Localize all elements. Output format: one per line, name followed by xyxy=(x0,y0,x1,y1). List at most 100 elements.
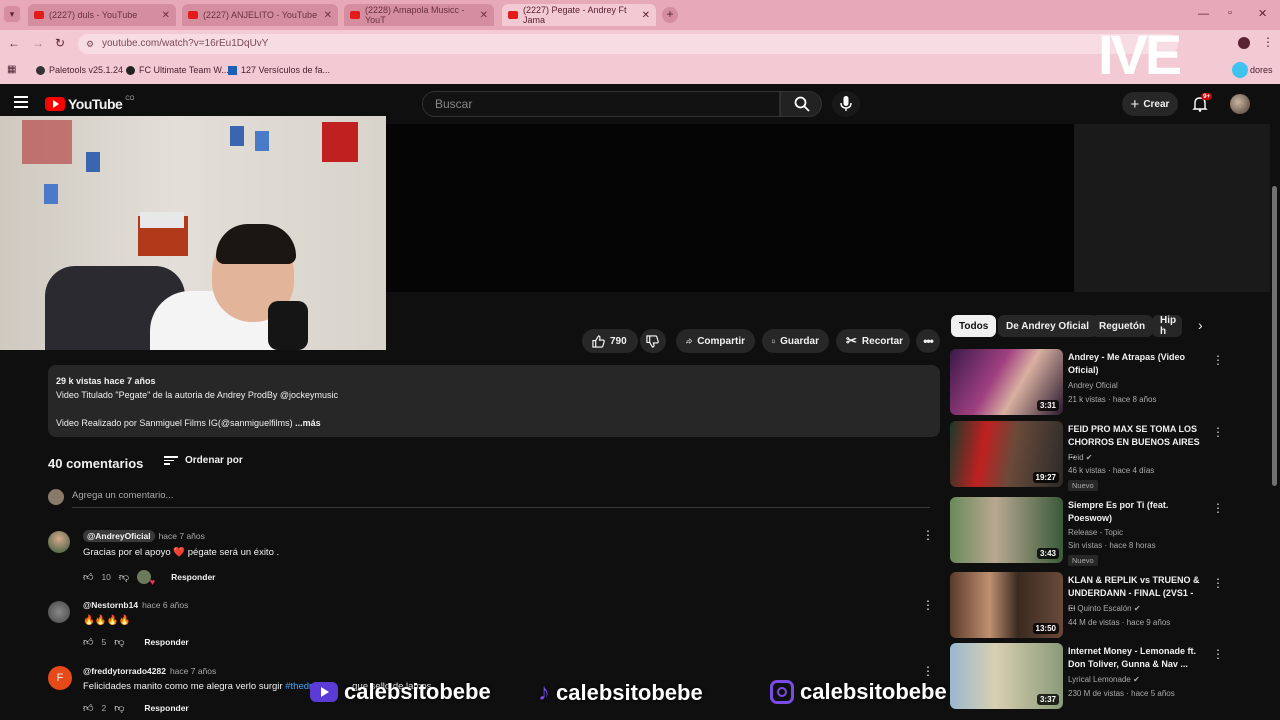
recommended-video[interactable]: 3:31 Andrey - Me Atrapas (Video Oficial)… xyxy=(950,349,1224,417)
fc-icon xyxy=(126,65,135,75)
comment: @AndreyOficial hace 7 años Gracias por e… xyxy=(48,528,938,587)
comment-menu-icon[interactable]: ⋮ xyxy=(922,598,934,612)
comment-dislike-icon[interactable]: 👎︎ xyxy=(114,702,124,714)
more-actions-button[interactable]: ••• xyxy=(916,329,940,353)
chip-channel[interactable]: De Andrey Oficial xyxy=(998,315,1097,337)
user-avatar[interactable] xyxy=(1230,94,1250,114)
channel-name[interactable]: Release - Topic xyxy=(1068,528,1123,537)
comment-dislike-icon[interactable]: 👎︎ xyxy=(119,571,129,583)
video-title[interactable]: Siempre Es por Ti (feat. Poeswow) xyxy=(1068,499,1203,525)
bookmark-item[interactable]: FC Ultimate Team W... xyxy=(126,65,229,75)
bookmark-item[interactable]: 127 Versículos de fa... xyxy=(228,65,330,75)
minimize-icon[interactable]: — xyxy=(1198,8,1209,20)
comment-like-icon[interactable]: 👍︎ xyxy=(83,636,93,648)
restore-icon[interactable]: ▫ xyxy=(1228,7,1232,19)
reply-button[interactable]: Responder xyxy=(144,637,188,647)
back-icon[interactable]: ← xyxy=(8,36,20,50)
extensions-icon[interactable] xyxy=(1238,37,1250,49)
show-more-link[interactable]: ...más xyxy=(295,418,321,428)
reload-icon[interactable]: ↻ xyxy=(55,36,65,50)
more-horizontal-icon: ••• xyxy=(923,334,934,348)
comment-author[interactable]: @freddytorrado4282 xyxy=(83,666,166,676)
video-thumbnail[interactable]: 19:27 xyxy=(950,421,1063,487)
close-tab-icon[interactable]: ✕ xyxy=(162,10,170,21)
video-thumbnail[interactable]: 13:50 xyxy=(950,572,1063,638)
video-menu-icon[interactable]: ⋮ xyxy=(1212,501,1224,515)
video-thumbnail[interactable]: 3:43 xyxy=(950,497,1063,563)
chip-reggaeton[interactable]: Reguetón xyxy=(1091,315,1154,337)
recommended-video[interactable]: 13:50 KLAN & REPLIK vs TRUENO & UNDERDAN… xyxy=(950,572,1224,640)
video-menu-icon[interactable]: ⋮ xyxy=(1212,425,1224,439)
bookmark-item[interactable]: Paletools v25.1.24 xyxy=(36,65,123,75)
comment-dislike-icon[interactable]: 👎︎ xyxy=(114,636,124,648)
voice-search-button[interactable] xyxy=(832,91,860,117)
new-badge: Nuevo xyxy=(1068,480,1098,491)
create-button[interactable]: + Crear xyxy=(1122,92,1178,116)
commenter-avatar xyxy=(48,489,64,505)
video-title[interactable]: Andrey - Me Atrapas (Video Oficial) xyxy=(1068,351,1203,377)
chip-hiphop[interactable]: Hip h xyxy=(1152,315,1182,337)
comment-time[interactable]: hace 7 años xyxy=(170,666,216,676)
comment-time[interactable]: hace 7 años xyxy=(159,531,205,541)
save-button[interactable]: Guardar xyxy=(762,329,829,353)
channel-name[interactable]: Lyrical Lemonade ✔ xyxy=(1068,675,1140,684)
close-tab-icon[interactable]: ✕ xyxy=(642,10,650,21)
apps-grid-icon[interactable]: ▦ xyxy=(7,64,16,75)
recommended-video[interactable]: 19:27 FEID PRO MAX SE TOMA LOS CHORROS E… xyxy=(950,421,1224,491)
reply-button[interactable]: Responder xyxy=(171,572,215,582)
comment-like-icon[interactable]: 👍︎ xyxy=(83,571,93,583)
dislike-button[interactable] xyxy=(640,329,666,353)
comment-time[interactable]: hace 6 años xyxy=(142,600,188,610)
close-tab-icon[interactable]: ✕ xyxy=(480,10,488,21)
duration-badge: 3:37 xyxy=(1036,694,1059,705)
url-field[interactable]: ⚙ youtube.com/watch?v=16rEu1DqUvY xyxy=(78,34,1178,54)
chip-all[interactable]: Todos xyxy=(951,315,997,337)
comment-like-icon[interactable]: 👍︎ xyxy=(83,702,93,714)
site-info-icon[interactable]: ⚙ xyxy=(86,34,94,54)
hamburger-menu-icon[interactable] xyxy=(14,96,28,108)
video-menu-icon[interactable]: ⋮ xyxy=(1212,353,1224,367)
notifications-button[interactable]: 9+ xyxy=(1192,93,1213,114)
video-thumbnail[interactable]: 3:31 xyxy=(950,349,1063,415)
video-menu-icon[interactable]: ⋮ xyxy=(1212,647,1224,661)
comment-menu-icon[interactable]: ⋮ xyxy=(922,528,934,542)
comment-avatar[interactable] xyxy=(48,531,70,553)
browser-tab[interactable]: (2227) ANJELITO - YouTube ✕ xyxy=(182,4,338,26)
tab-list-dropdown[interactable]: ▾ xyxy=(4,6,20,22)
recommended-video[interactable]: 3:43 Siempre Es por Ti (feat. Poeswow) R… xyxy=(950,497,1224,566)
clip-button[interactable]: ✂ Recortar xyxy=(836,329,910,353)
comment-author[interactable]: @Nestornb14 xyxy=(83,600,138,610)
share-button[interactable]: Compartir xyxy=(676,329,755,353)
reply-button[interactable]: Responder xyxy=(144,703,188,713)
video-title[interactable]: Internet Money - Lemonade ft. Don Tolive… xyxy=(1068,645,1203,671)
close-window-icon[interactable]: ✕ xyxy=(1258,7,1267,20)
comment-avatar[interactable] xyxy=(48,601,70,623)
search-input[interactable]: Buscar xyxy=(422,91,780,117)
browser-menu-icon[interactable]: ⋮ xyxy=(1262,35,1274,49)
comment-avatar[interactable]: F xyxy=(48,666,72,690)
new-tab-button[interactable]: + xyxy=(662,7,678,23)
social-handle: calebsitobebe xyxy=(770,679,947,705)
channel-name[interactable]: El Quinto Escalón ✔ xyxy=(1068,604,1141,613)
add-comment-input[interactable]: Agrega un comentario... xyxy=(72,490,930,508)
browser-tab-active[interactable]: (2227) Pegate - Andrey Ft Jama ✕ xyxy=(502,4,656,26)
chevron-right-icon[interactable]: › xyxy=(1198,317,1203,333)
youtube-logo[interactable]: YouTube CO xyxy=(45,96,134,112)
video-player[interactable] xyxy=(386,124,1074,292)
recommended-video[interactable]: 3:37 Internet Money - Lemonade ft. Don T… xyxy=(950,643,1224,711)
browser-tab[interactable]: (2227) duls - YouTube ✕ xyxy=(28,4,176,26)
forward-icon[interactable]: → xyxy=(32,36,44,50)
comment-author-chip[interactable]: @AndreyOficial xyxy=(83,530,155,542)
thumbs-up-icon xyxy=(592,334,605,348)
like-button[interactable]: 790 xyxy=(582,329,638,353)
channel-name[interactable]: Feid ✔ xyxy=(1068,453,1093,462)
channel-name[interactable]: Andrey Oficial xyxy=(1068,381,1118,390)
video-description[interactable]: 29 k vistas hace 7 años Video Titulado "… xyxy=(48,365,940,437)
close-tab-icon[interactable]: ✕ xyxy=(324,10,332,21)
video-menu-icon[interactable]: ⋮ xyxy=(1212,576,1224,590)
other-bookmarks[interactable]: dores xyxy=(1250,65,1273,75)
browser-tab[interactable]: (2228) Amapola Musicc - YouT ✕ xyxy=(344,4,494,26)
page-scrollbar[interactable] xyxy=(1272,186,1277,486)
search-button[interactable] xyxy=(780,91,822,117)
sort-comments-button[interactable]: Ordenar por xyxy=(164,454,243,467)
